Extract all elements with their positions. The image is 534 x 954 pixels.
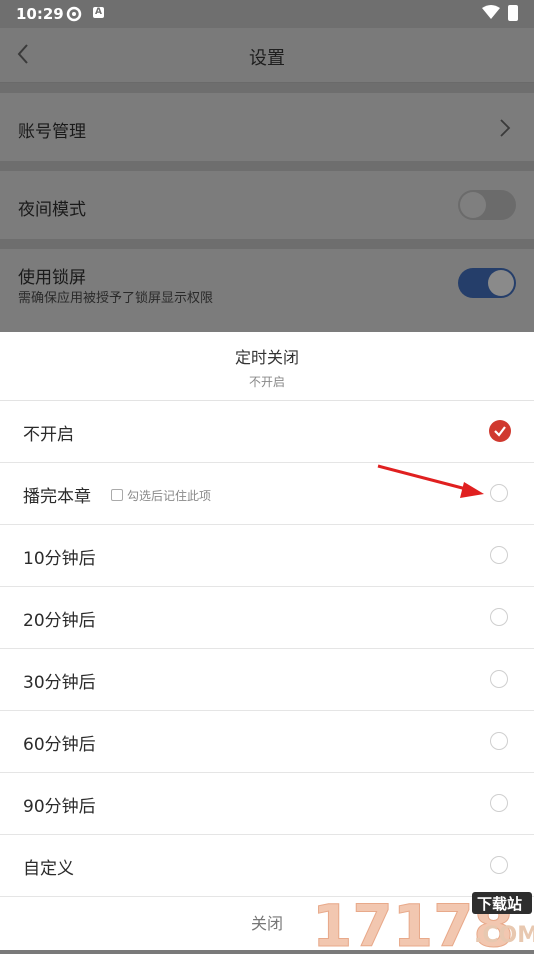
timer-bottom-sheet: 定时关闭 不开启 不开启 播完本章 勾选后记住此项 10分钟后 20分钟后 30…: [0, 332, 534, 950]
radio-icon[interactable]: [490, 608, 508, 626]
checkmark-icon[interactable]: [489, 420, 511, 442]
option-label: 90分钟后: [23, 797, 96, 817]
sheet-header: 定时关闭 不开启: [0, 332, 534, 401]
setting-account[interactable]: 账号管理: [0, 93, 534, 161]
radio-icon[interactable]: [490, 794, 508, 812]
site-watermark: 17178 下载站 .COM: [312, 888, 534, 954]
status-time: 10:29: [16, 5, 64, 23]
watermark-suffix: .COM: [474, 923, 534, 948]
watermark-tag: 下载站: [477, 895, 522, 913]
checkbox-icon: [111, 489, 123, 501]
option-label: 自定义: [23, 859, 74, 879]
sync-icon: [66, 6, 82, 26]
setting-account-label: 账号管理: [18, 122, 86, 142]
option-30-min[interactable]: 30分钟后: [0, 649, 534, 711]
setting-night-mode-label: 夜间模式: [18, 200, 86, 220]
option-off[interactable]: 不开启: [0, 401, 534, 463]
option-20-min[interactable]: 20分钟后: [0, 587, 534, 649]
setting-lock-screen-label: 使用锁屏: [18, 268, 86, 288]
radio-icon[interactable]: [490, 546, 508, 564]
lock-screen-toggle[interactable]: [458, 268, 516, 298]
chevron-right-icon: [498, 117, 512, 139]
setting-night-mode: 夜间模式: [0, 171, 534, 239]
option-label: 60分钟后: [23, 735, 96, 755]
option-label: 10分钟后: [23, 549, 96, 569]
notification-a-icon: A: [93, 7, 104, 18]
setting-lock-screen: 使用锁屏 需确保应用被授予了锁屏显示权限: [0, 249, 534, 332]
remember-label: 勾选后记住此项: [127, 489, 212, 503]
wifi-icon: [482, 5, 500, 23]
option-60-min[interactable]: 60分钟后: [0, 711, 534, 773]
section-divider: [0, 239, 534, 249]
page-title: 设置: [249, 48, 285, 69]
setting-lock-screen-description: 需确保应用被授予了锁屏显示权限: [18, 291, 214, 306]
radio-icon[interactable]: [490, 484, 508, 502]
option-label: 不开启: [23, 425, 74, 445]
option-10-min[interactable]: 10分钟后: [0, 525, 534, 587]
option-label: 30分钟后: [23, 673, 96, 693]
status-bar: 10:29 A: [0, 0, 534, 28]
section-divider: [0, 161, 534, 171]
remember-checkbox[interactable]: 勾选后记住此项: [111, 487, 211, 504]
toggle-knob: [488, 270, 514, 296]
option-90-min[interactable]: 90分钟后: [0, 773, 534, 835]
sheet-title: 定时关闭: [234, 348, 299, 367]
section-divider: [0, 83, 534, 93]
night-mode-toggle[interactable]: [458, 190, 516, 220]
battery-icon: [508, 5, 518, 21]
radio-icon[interactable]: [490, 856, 508, 874]
option-label: 播完本章: [23, 487, 91, 507]
radio-icon[interactable]: [490, 670, 508, 688]
toggle-knob: [460, 192, 486, 218]
option-label: 20分钟后: [23, 611, 96, 631]
radio-icon[interactable]: [490, 732, 508, 750]
annotation-arrow-icon: [377, 464, 484, 498]
sheet-subtitle: 不开启: [248, 375, 285, 389]
nav-bar: 设置: [0, 28, 534, 83]
